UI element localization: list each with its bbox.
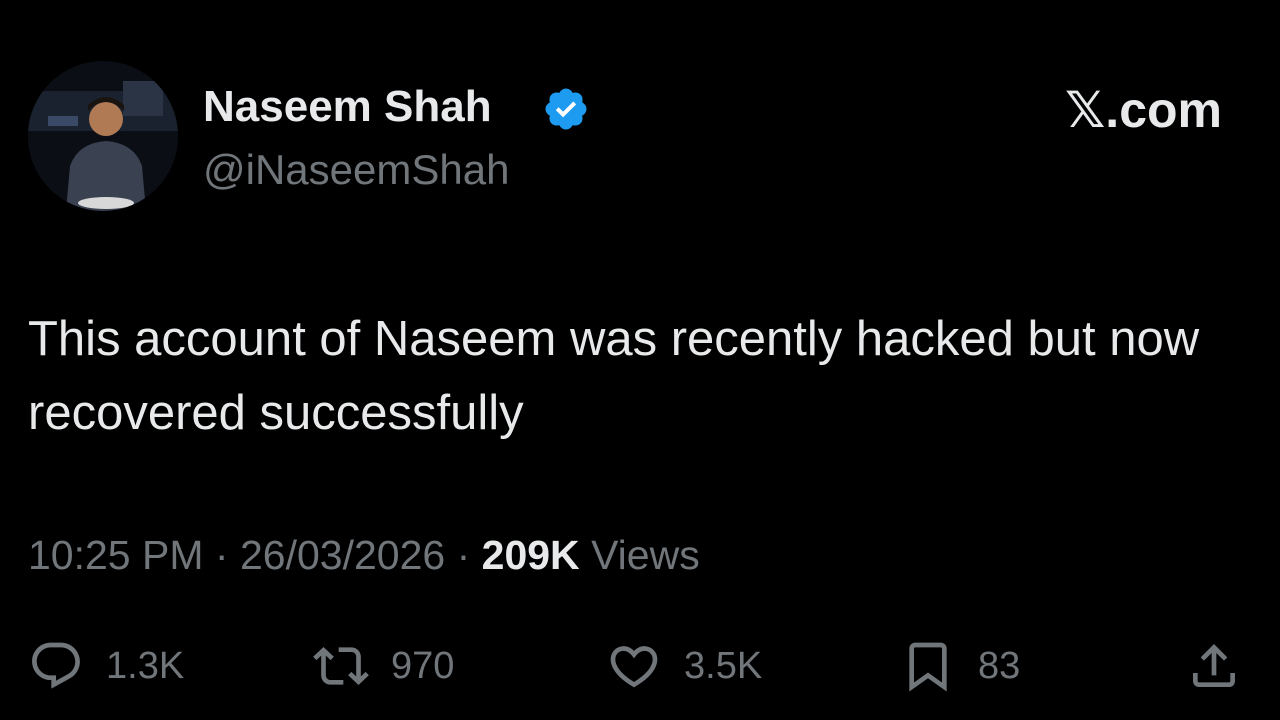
bookmark-button[interactable]: 83	[900, 636, 1020, 696]
share-icon	[1193, 644, 1235, 687]
share-button[interactable]	[1186, 636, 1242, 696]
repost-count: 970	[391, 644, 455, 687]
post-text: This account of Naseem was recently hack…	[28, 312, 1200, 440]
repost-icon	[313, 647, 369, 685]
post-date[interactable]: 26/03/2026	[240, 532, 445, 578]
views-label: Views	[591, 532, 700, 578]
like-count: 3.5K	[684, 644, 763, 687]
bookmark-count: 83	[978, 644, 1021, 687]
x-brand-logo: 𝕏.com	[1065, 82, 1222, 138]
user-handle[interactable]: @iNaseemShah	[203, 146, 509, 194]
bookmark-icon	[909, 642, 947, 692]
like-button[interactable]: 3.5K	[606, 636, 762, 696]
action-bar: 1.3K 970 3.5K 83	[0, 636, 1280, 696]
post-time[interactable]: 10:25 PM	[28, 532, 204, 578]
post-meta: 10:25 PM · 26/03/2026 · 209K Views	[28, 530, 700, 580]
meta-separator: ·	[214, 532, 229, 578]
reply-icon	[32, 642, 80, 689]
reply-button[interactable]: 1.3K	[28, 636, 184, 696]
reply-count: 1.3K	[106, 644, 185, 687]
like-icon	[610, 646, 658, 688]
display-name[interactable]: Naseem Shah	[203, 82, 492, 132]
avatar[interactable]	[28, 61, 178, 211]
meta-separator: ·	[456, 532, 471, 578]
views-count: 209K	[481, 532, 580, 578]
verified-badge-icon	[545, 88, 587, 130]
repost-button[interactable]: 970	[313, 636, 454, 696]
